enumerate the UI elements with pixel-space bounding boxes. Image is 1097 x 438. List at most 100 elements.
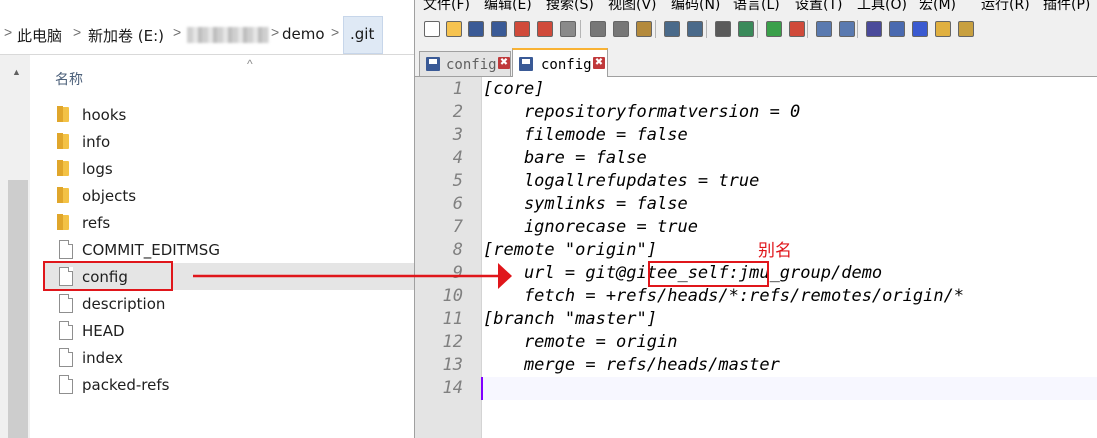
sync-h-icon[interactable] [836, 18, 856, 38]
breadcrumb-this-pc[interactable]: 此电脑 [17, 25, 62, 46]
paste-icon[interactable] [633, 18, 653, 38]
zoom-in-icon[interactable] [763, 18, 783, 38]
line-number: 8 [452, 240, 463, 260]
tab-config-2[interactable]: config ✖ [512, 48, 608, 77]
line-number: 1 [452, 79, 463, 99]
menu-item-6[interactable]: 设置(T) [795, 0, 842, 14]
file-row-info[interactable]: info [45, 128, 414, 155]
line-number: 6 [452, 194, 463, 214]
file-row-description[interactable]: description [45, 290, 414, 317]
code-line: fetch = +refs/heads/*:refs/remotes/origi… [483, 286, 965, 306]
menu-item-7[interactable]: 工具(O) [857, 0, 907, 14]
code-line: [branch "master"] [483, 309, 657, 329]
file-name: hooks [82, 106, 127, 124]
breadcrumb-demo[interactable]: demo [282, 25, 325, 43]
menu-item-3[interactable]: 视图(V) [608, 0, 657, 14]
function-list-icon[interactable] [955, 18, 975, 38]
tab-config-1[interactable]: config ✖ [419, 51, 511, 76]
breadcrumb-separator: > [73, 24, 82, 40]
breadcrumb-redacted [187, 27, 269, 43]
save-all-icon[interactable] [488, 18, 508, 38]
code-line: symlinks = false [483, 194, 688, 214]
navigation-pane-scrollbar[interactable]: ▲ [0, 55, 30, 438]
tab-bar: config ✖ config ✖ [415, 46, 1097, 77]
redo-icon[interactable] [684, 18, 704, 38]
find-icon[interactable] [712, 18, 732, 38]
scrollbar-thumb[interactable] [8, 180, 28, 438]
code-line: [remote "origin"] [483, 240, 657, 260]
file-row-index[interactable]: index [45, 344, 414, 371]
file-row-commit-editmsg[interactable]: COMMIT_EDITMSG [45, 236, 414, 263]
close-all-icon[interactable] [534, 18, 554, 38]
file-row-logs[interactable]: logs [45, 155, 414, 182]
file-name: logs [82, 160, 113, 178]
file-row-objects[interactable]: objects [45, 182, 414, 209]
undo-icon[interactable] [661, 18, 681, 38]
menu-item-5[interactable]: 语言(L) [733, 0, 780, 14]
toolbar-separator [857, 20, 858, 38]
saved-file-icon [426, 57, 440, 71]
menu-item-4[interactable]: 编码(N) [671, 0, 720, 14]
show-all-chars-icon[interactable] [886, 18, 906, 38]
breadcrumb-separator: > [331, 24, 340, 40]
cut-icon[interactable] [587, 18, 607, 38]
file-row-packed-refs[interactable]: packed-refs [45, 371, 414, 398]
file-icon [59, 240, 73, 259]
menu-item-8[interactable]: 宏(M) [919, 0, 956, 14]
menu-item-9[interactable]: 运行(R) [981, 0, 1030, 14]
config-highlight-box [43, 261, 173, 291]
code-line: merge = refs/heads/master [483, 355, 780, 375]
file-row-refs[interactable]: refs [45, 209, 414, 236]
breadcrumb-git[interactable]: .git [350, 25, 374, 43]
indent-guide-icon[interactable] [909, 18, 929, 38]
menu-item-2[interactable]: 搜索(S) [546, 0, 594, 14]
toolbar [415, 14, 1097, 44]
replace-icon[interactable] [735, 18, 755, 38]
sync-v-icon[interactable] [813, 18, 833, 38]
column-header-name[interactable]: 名称 [55, 69, 83, 89]
toolbar-separator [757, 20, 758, 38]
file-row-hooks[interactable]: hooks [45, 101, 414, 128]
tab-close-icon[interactable]: ✖ [593, 57, 605, 69]
doc-map-icon[interactable] [932, 18, 952, 38]
file-icon [59, 294, 73, 313]
text-caret [481, 377, 483, 400]
menu-item-1[interactable]: 编辑(E) [484, 0, 532, 14]
folder-icon [57, 160, 69, 176]
folder-icon [57, 133, 69, 149]
file-name: description [82, 295, 166, 313]
file-name: packed-refs [82, 376, 170, 394]
save-icon[interactable] [465, 18, 485, 38]
code-line: remote = origin [483, 332, 678, 352]
scroll-up-icon[interactable]: ▲ [12, 67, 21, 77]
word-wrap-icon[interactable] [863, 18, 883, 38]
tab-close-icon[interactable]: ✖ [498, 57, 510, 69]
tab-label: config [446, 57, 497, 73]
code-line: repositoryformatversion = 0 [483, 102, 801, 122]
line-number: 9 [452, 263, 463, 283]
breadcrumb-drive[interactable]: 新加卷 (E:) [88, 25, 164, 46]
print-icon[interactable] [557, 18, 577, 38]
breadcrumb-separator: > [271, 24, 280, 40]
line-number: 2 [452, 102, 463, 122]
copy-icon[interactable] [610, 18, 630, 38]
code-editor[interactable]: 1 2 3 4 5 6 7 8 9 10 11 12 13 14 [core] repositoryfor… [415, 77, 1097, 438]
line-number-gutter: 1 2 3 4 5 6 7 8 9 10 11 12 13 14 [415, 77, 482, 438]
open-file-icon[interactable] [443, 18, 463, 38]
close-icon[interactable] [511, 18, 531, 38]
line-number: 5 [452, 171, 463, 191]
menu-item-0[interactable]: 文件(F) [423, 0, 470, 14]
toolbar-separator [655, 20, 656, 38]
toolbar-separator [706, 20, 707, 38]
toolbar-separator [807, 20, 808, 38]
file-name: HEAD [82, 322, 125, 340]
code-line: [core] [483, 79, 545, 99]
current-line-highlight [481, 377, 1097, 400]
breadcrumb-separator: > [4, 24, 13, 40]
line-number: 11 [442, 309, 463, 329]
code-line: logallrefupdates = true [483, 171, 760, 191]
menu-item-10[interactable]: 插件(P) [1043, 0, 1090, 14]
new-file-icon[interactable] [421, 18, 441, 38]
file-row-head[interactable]: HEAD [45, 317, 414, 344]
zoom-out-icon[interactable] [786, 18, 806, 38]
